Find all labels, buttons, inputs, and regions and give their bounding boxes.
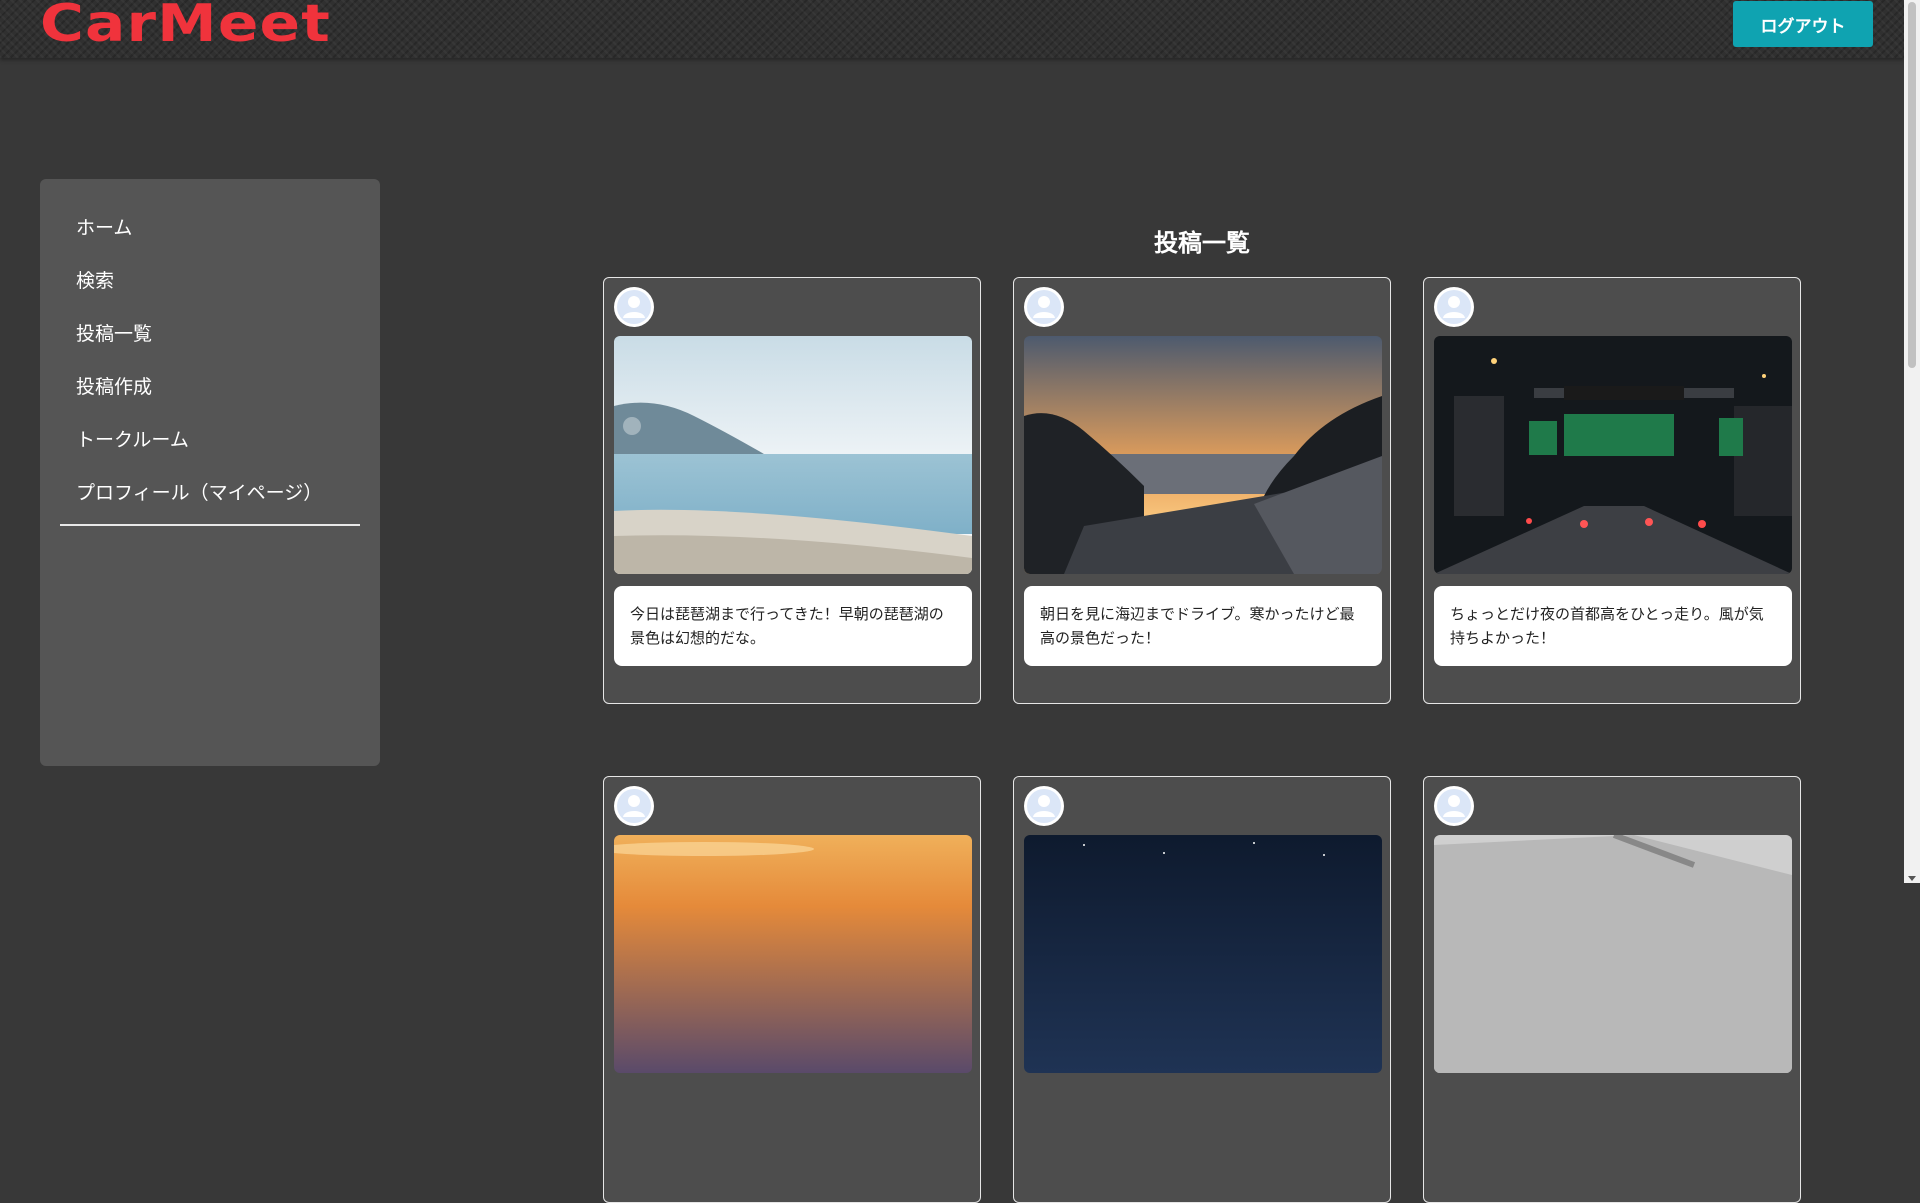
starry-sky-photo[interactable] [1024,835,1382,1073]
sidebar-item-create-post[interactable]: 投稿作成 [76,372,152,399]
post-card[interactable]: ちょっとだけ夜の首都高をひとっ走り。風が気持ちよかった！ [1423,277,1801,704]
sidebar-divider [60,524,360,526]
post-card[interactable]: 朝日を見に海辺までドライブ。寒かったけど最高の景色だった！ [1013,277,1391,704]
sidebar-item-talkroom[interactable]: トークルーム [76,425,189,452]
user-avatar-icon[interactable] [1434,786,1474,826]
post-card[interactable] [1423,776,1801,1203]
night-expressway-photo[interactable] [1434,336,1792,574]
lake-beach-photo[interactable] [614,336,972,574]
post-caption: ちょっとだけ夜の首都高をひとっ走り。風が気持ちよかった！ [1434,586,1792,666]
user-avatar-icon[interactable] [1024,786,1064,826]
post-card[interactable]: 今日は琵琶湖まで行ってきた！早朝の琵琶湖の景色は幻想的だな。 [603,277,981,704]
sidebar-item-profile[interactable]: プロフィール（マイページ） [76,478,322,505]
logout-button[interactable]: ログアウト [1733,1,1873,47]
sidebar-item-search[interactable]: 検索 [76,266,114,293]
scroll-down-arrow-icon[interactable] [1908,876,1916,881]
scrollbar-thumb[interactable] [1908,2,1916,368]
sidebar-nav: ホーム 検索 投稿一覧 投稿作成 トークルーム プロフィール（マイページ） [40,179,380,766]
car-detail-photo[interactable] [1434,835,1792,1073]
page-scrollbar[interactable] [1904,0,1920,883]
post-caption: 朝日を見に海辺までドライブ。寒かったけど最高の景色だった！ [1024,586,1382,666]
post-card[interactable] [603,776,981,1203]
post-caption: 今日は琵琶湖まで行ってきた！早朝の琵琶湖の景色は幻想的だな。 [614,586,972,666]
post-card[interactable] [1013,776,1391,1203]
user-avatar-icon[interactable] [1434,287,1474,327]
user-avatar-icon[interactable] [614,287,654,327]
user-avatar-icon[interactable] [1024,287,1064,327]
app-logo[interactable]: CarMeet [40,0,331,54]
sunset-clouds-photo[interactable] [614,835,972,1073]
sidebar-item-home[interactable]: ホーム [76,213,132,240]
user-avatar-icon[interactable] [614,786,654,826]
top-header: CarMeet ログアウト [0,0,1904,58]
page-title: 投稿一覧 [1154,229,1250,257]
sidebar-item-posts[interactable]: 投稿一覧 [76,319,152,346]
sunrise-sea-photo[interactable] [1024,336,1382,574]
